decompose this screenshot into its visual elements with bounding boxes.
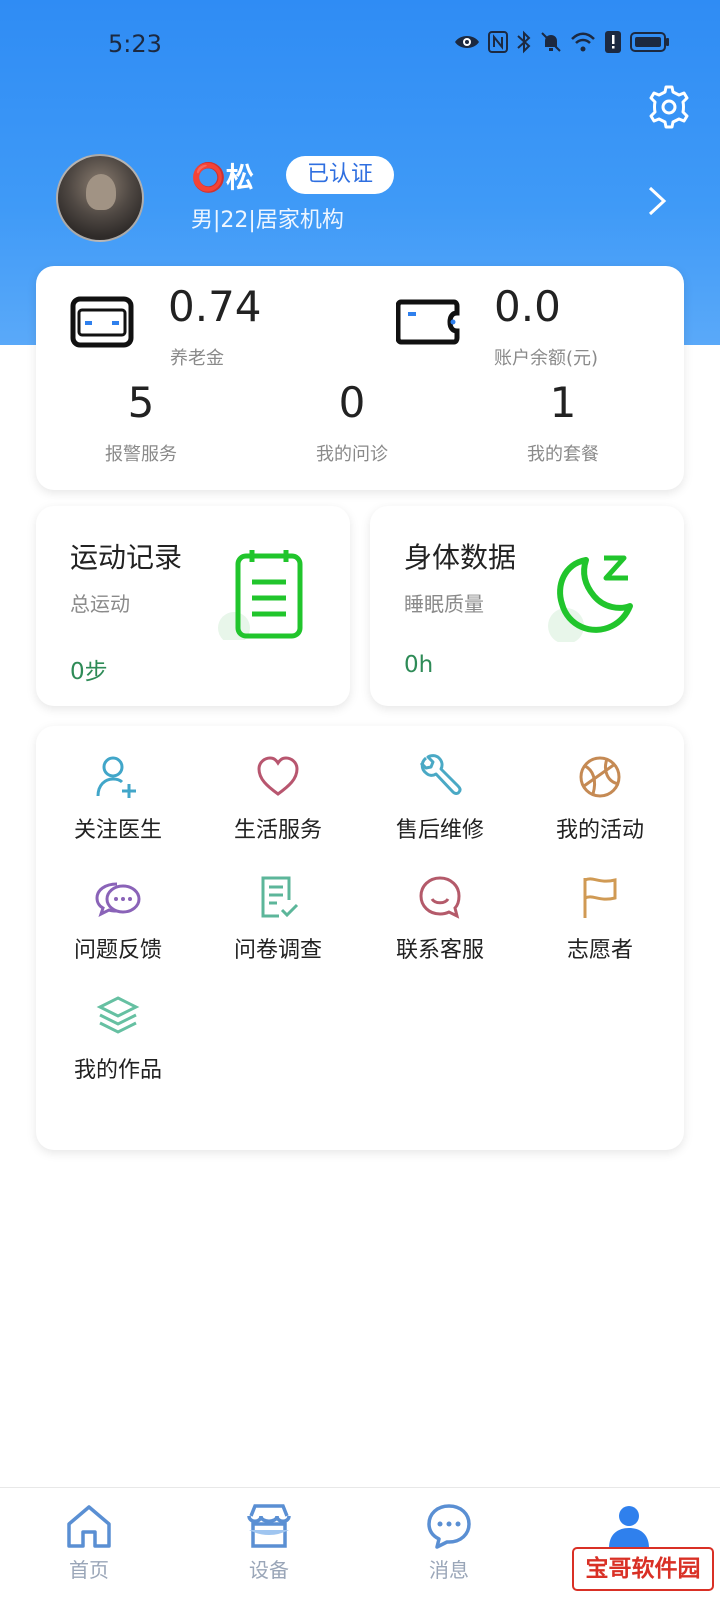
survey-icon [261,876,299,918]
status-icons [454,30,670,58]
body-data-subtitle: 睡眠质量 [404,592,484,616]
service-item-volunteer[interactable]: 志愿者 [520,874,680,974]
balance-label: 账户余额(元) [494,348,599,369]
service-item-survey[interactable]: 问卷调查 [198,874,358,974]
service-label: 联系客服 [395,938,484,963]
user-name: ⭕松 [191,161,254,194]
settings-button[interactable] [646,84,692,130]
nav-label: 设备 [249,1558,289,1582]
package-label[interactable]: 我的套餐 [488,440,638,466]
exercise-subtitle: 总运动 [70,592,130,616]
consultation-count[interactable]: 0 [277,378,427,427]
pension-value: 0.74 [168,282,262,331]
balance-value: 0.0 [494,282,561,331]
nav-messages[interactable]: 消息 [394,1502,504,1583]
add-user-icon [96,756,136,798]
exercise-record-card[interactable]: 运动记录 总运动 0步 [36,506,350,706]
profile-summary[interactable]: ⭕松 已认证 男|22|居家机构 [56,154,696,244]
wrench-icon [419,754,462,795]
nav-label: 首页 [69,1558,109,1582]
service-label: 售后维修 [395,818,484,843]
nav-home[interactable]: 首页 [34,1502,144,1583]
body-data-title: 身体数据 [404,541,517,574]
consultation-label[interactable]: 我的问诊 [277,440,427,466]
package-count[interactable]: 1 [488,378,638,427]
nav-label: 消息 [429,1558,469,1582]
body-data-value: 0h [404,652,434,678]
user-info: 男|22|居家机构 [191,208,344,233]
status-bar: 5:23 [0,0,720,92]
service-label: 关注医生 [73,818,162,843]
avatar[interactable] [56,154,144,242]
service-item-customer-service[interactable]: 联系客服 [360,874,520,974]
user-icon [609,1506,649,1548]
heart-icon [257,756,299,796]
service-item-my-activities[interactable]: 我的活动 [520,754,680,854]
bluetooth-icon [516,30,532,58]
service-label: 我的作品 [73,1058,162,1083]
eye-icon [454,33,480,55]
battery-icon [630,31,670,57]
service-item-feedback[interactable]: 问题反馈 [38,874,198,974]
store-icon [247,1504,291,1548]
nfc-icon [488,31,508,57]
account-summary-card: 0.74 养老金 0.0 账户余额(元) 5 报警服务 0 我的问诊 1 我的套… [36,266,684,490]
nav-devices[interactable]: 设备 [214,1502,324,1583]
service-item-my-works[interactable]: 我的作品 [38,994,198,1094]
ball-icon [579,756,621,798]
alarm-service-count[interactable]: 5 [66,378,216,427]
service-label: 生活服务 [233,818,322,843]
flag-icon [583,877,617,918]
bell-muted-icon [540,31,562,57]
balance-icon [396,299,460,345]
exercise-title: 运动记录 [70,541,183,574]
watermark-logo: 宝哥软件园 [572,1547,714,1591]
alert-icon [604,30,622,58]
service-item-follow-doctor[interactable]: 关注医生 [38,754,198,854]
service-label: 问卷调查 [233,938,322,963]
chat-bubbles-icon [95,882,141,917]
service-label: 问题反馈 [73,938,162,963]
service-item-repair[interactable]: 售后维修 [360,754,520,854]
smile-bubble-icon [419,876,461,919]
status-time: 5:23 [108,30,162,58]
exercise-value: 0步 [70,659,108,685]
notepad-icon [218,550,303,640]
layers-icon [96,996,140,1034]
wifi-icon [570,31,596,57]
wallet-icon [70,296,134,348]
pension-label: 养老金 [170,348,224,369]
sleep-moon-icon [548,555,633,642]
service-item-life-service[interactable]: 生活服务 [198,754,358,854]
verified-badge: 已认证 [286,156,394,194]
message-icon [427,1504,471,1549]
body-data-card[interactable]: 身体数据 睡眠质量 0h [370,506,684,706]
alarm-service-label[interactable]: 报警服务 [66,440,216,466]
gear-icon [649,85,689,129]
service-label: 志愿者 [566,938,633,963]
services-grid-card: 关注医生 生活服务 售后维修 我的活动 问题反馈 问卷调查 联系客服 志愿者 我… [36,726,684,1150]
chevron-right-icon[interactable] [646,186,668,216]
service-label: 我的活动 [555,818,644,843]
home-icon [67,1505,111,1548]
